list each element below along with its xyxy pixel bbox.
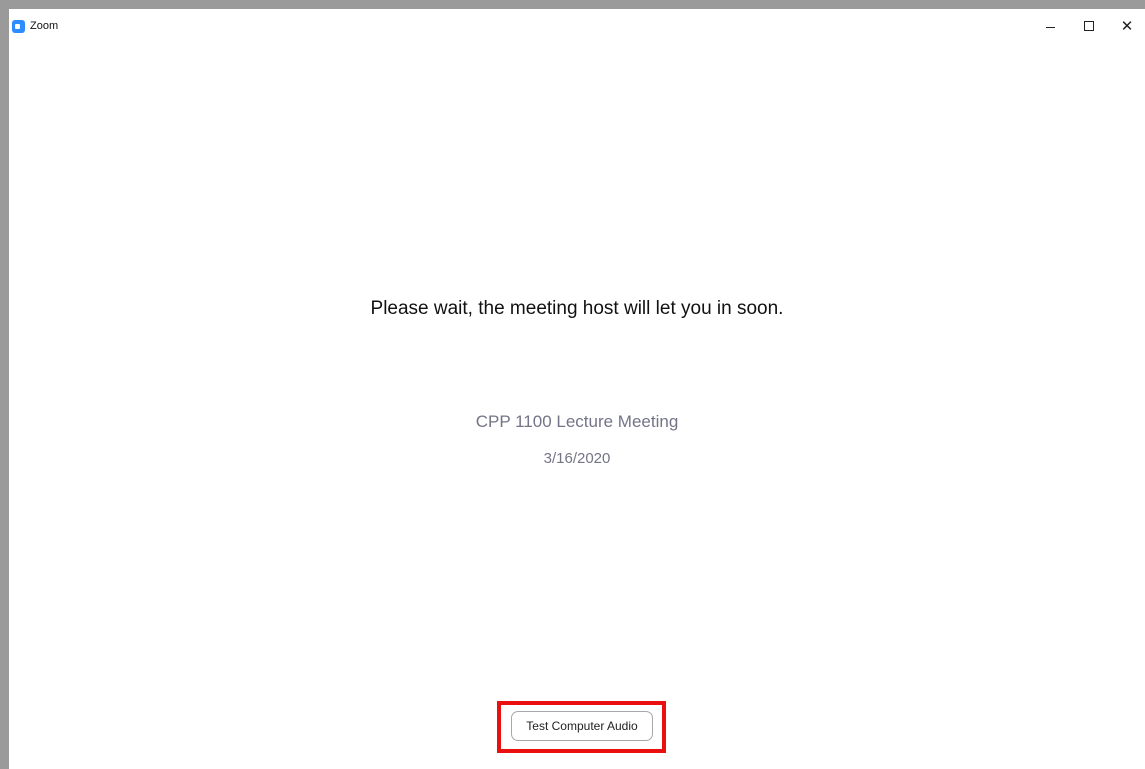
test-computer-audio-button[interactable]: Test Computer Audio [511,711,653,741]
maximize-button[interactable] [1071,13,1107,39]
window-title: Zoom [30,20,59,32]
meeting-date: 3/16/2020 [543,450,611,467]
zoom-window: Zoom ✕ Please wait, the meeting host wil… [0,0,1145,769]
waiting-room-content: Please wait, the meeting host will let y… [9,43,1145,769]
close-button[interactable]: ✕ [1109,13,1145,39]
zoom-app-icon [12,20,25,33]
minimize-button[interactable] [1032,13,1068,39]
meeting-title: CPP 1100 Lecture Meeting [475,412,679,431]
title-bar: Zoom ✕ [9,9,1145,43]
minimize-icon [1045,26,1055,28]
waiting-message: Please wait, the meeting host will let y… [370,298,784,319]
close-icon: ✕ [1120,16,1134,35]
maximize-icon [1084,21,1094,31]
